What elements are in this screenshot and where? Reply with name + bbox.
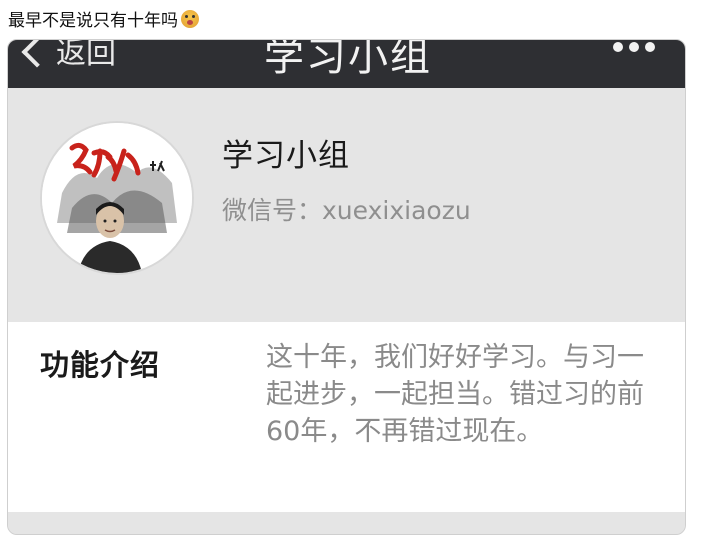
- wechat-id-line: 微信号：xuexixiaozu: [222, 191, 471, 227]
- more-dot-icon: [613, 42, 623, 52]
- wechat-id-label: 微信号：: [222, 196, 323, 225]
- back-button[interactable]: 返回: [21, 39, 116, 72]
- avatar-illustration: [42, 123, 192, 273]
- account-profile: 学习小组 微信号：xuexixiaozu: [8, 88, 685, 320]
- more-options-button[interactable]: [613, 42, 655, 52]
- back-label: 返回: [56, 39, 116, 71]
- account-name: 学习小组: [222, 138, 350, 174]
- intro-text: 这十年，我们好好学习。与习一起进步，一起担当。错过习的前60年，不再错过现在。: [266, 342, 644, 447]
- wechat-top-bar: 返回 学习小组: [8, 40, 685, 88]
- function-intro-row: 功能介绍 这十年，我们好好学习。与习一起进步，一起担当。错过习的前60年，不再错…: [8, 322, 685, 512]
- more-dot-icon: [629, 42, 639, 52]
- wechat-id-value: xuexixiaozu: [322, 196, 471, 225]
- screaming-face-emoji-icon: [181, 9, 199, 28]
- caption-text: 最早不是说只有十年吗: [8, 11, 178, 31]
- chevron-left-icon: [21, 40, 53, 68]
- post-caption: 最早不是说只有十年吗: [8, 6, 199, 31]
- intro-label: 功能介绍: [40, 348, 161, 382]
- bottom-divider: [8, 512, 685, 534]
- page-title: 学习小组: [264, 39, 432, 80]
- screenshot-card: 返回 学习小组 学习小组 微信号：xuexixiaozu 功能介绍 这十年，我们…: [7, 39, 686, 535]
- avatar[interactable]: [40, 121, 194, 275]
- more-dot-icon: [645, 42, 655, 52]
